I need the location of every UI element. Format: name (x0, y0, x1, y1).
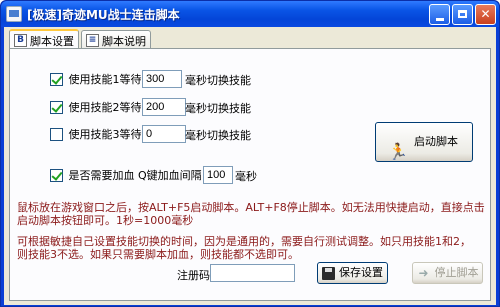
stop-icon: ➜ (418, 266, 429, 280)
heal-checkbox[interactable] (50, 168, 63, 182)
skill-2-row: 使用技能2等待 (50, 99, 142, 115)
minimize-button[interactable] (429, 4, 450, 25)
skill-3-label: 使用技能3等待 (68, 128, 142, 141)
client-area: B 脚本设置 ≡ 脚本说明 使用技能1等待 毫秒切换技能 使用技能2等待 毫秒切… (4, 27, 496, 305)
maximize-icon (458, 10, 467, 18)
close-icon: ✕ (480, 7, 491, 21)
skill-3-wait-input[interactable] (142, 125, 186, 143)
stop-script-label: 停止脚本 (434, 266, 479, 279)
heal-interval-input[interactable] (203, 166, 233, 184)
maximize-button[interactable] (452, 4, 473, 25)
save-settings-button[interactable]: 保存设置 (317, 262, 388, 284)
tab-label: 脚本设置 (30, 35, 74, 48)
tab-script-settings[interactable]: B 脚本设置 (9, 29, 79, 50)
minimize-icon (436, 18, 444, 21)
heal-label: 是否需要加血 Q键加血间隔 (68, 169, 202, 182)
skill-1-unit: 毫秒切换技能 (185, 74, 251, 87)
register-label: 注册码 (177, 269, 210, 282)
title-bar[interactable]: [极速]奇迹MU战士连击脚本 ✕ (1, 1, 499, 27)
skill-3-row: 使用技能3等待 (50, 126, 142, 142)
app-window: [极速]奇迹MU战士连击脚本 ✕ B 脚本设置 ≡ 脚本说明 使用技能1等待 毫… (0, 0, 500, 307)
settings-panel: 使用技能1等待 毫秒切换技能 使用技能2等待 毫秒切换技能 使用技能3等待 毫秒… (9, 48, 491, 301)
skill-1-label: 使用技能1等待 (68, 73, 142, 86)
help-tab-icon: ≡ (86, 34, 99, 47)
skill-2-label: 使用技能2等待 (68, 101, 142, 114)
note-line-4: 则技能3不选。如果只需要脚本加血，则技能都不选即可。 (17, 248, 299, 261)
skill-2-wait-input[interactable] (142, 98, 186, 116)
skill-1-checkbox[interactable] (50, 72, 63, 86)
save-settings-label: 保存设置 (339, 266, 383, 279)
app-icon (6, 6, 22, 22)
skill-2-checkbox[interactable] (50, 100, 63, 114)
window-title: [极速]奇迹MU战士连击脚本 (27, 8, 180, 22)
register-code-input[interactable] (210, 264, 295, 282)
save-icon (322, 266, 335, 280)
skill-1-row: 使用技能1等待 (50, 71, 142, 87)
tab-label: 脚本说明 (102, 35, 146, 48)
skill-1-wait-input[interactable] (142, 70, 182, 88)
run-icon: 🏃 (388, 142, 408, 161)
close-button[interactable]: ✕ (475, 4, 496, 25)
heal-row: 是否需要加血 Q键加血间隔 (50, 167, 202, 183)
skill-2-unit: 毫秒切换技能 (185, 102, 251, 115)
skill-3-checkbox[interactable] (50, 127, 63, 141)
settings-tab-icon: B (14, 34, 27, 47)
skill-3-unit: 毫秒切换技能 (185, 129, 251, 142)
tab-script-help[interactable]: ≡ 脚本说明 (81, 30, 151, 50)
heal-unit: 毫秒 (235, 170, 257, 183)
stop-script-button[interactable]: ➜ 停止脚本 (412, 262, 483, 284)
start-script-button[interactable]: 🏃 启动脚本 (375, 122, 473, 162)
note-line-2: 启动脚本按钮即可。1秒=1000毫秒 (17, 214, 194, 227)
start-script-label: 启动脚本 (414, 135, 458, 148)
